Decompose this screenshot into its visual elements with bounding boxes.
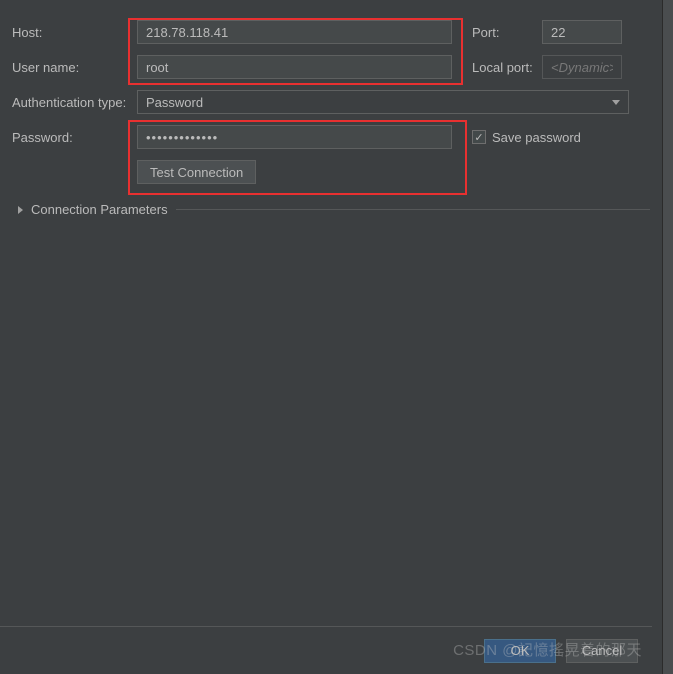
save-password-wrap[interactable]: ✓ Save password: [472, 130, 581, 145]
localport-input: [542, 55, 622, 79]
host-row: Host: Port:: [12, 20, 650, 44]
password-row: Password: ✓ Save password: [12, 125, 650, 149]
username-input[interactable]: [137, 55, 452, 79]
connection-dialog: Host: Port: User name: Local port: Authe…: [0, 0, 663, 674]
authtype-label: Authentication type:: [12, 95, 137, 110]
authtype-select[interactable]: Password: [137, 90, 629, 114]
chevron-right-icon: [18, 206, 23, 214]
port-input[interactable]: [542, 20, 622, 44]
connection-params-label: Connection Parameters: [31, 202, 168, 217]
host-input[interactable]: [137, 20, 452, 44]
cancel-button[interactable]: Cancel: [566, 639, 638, 663]
username-label: User name:: [12, 60, 137, 75]
save-password-label: Save password: [492, 130, 581, 145]
localport-label: Local port:: [472, 60, 542, 75]
port-label: Port:: [472, 25, 542, 40]
username-row: User name: Local port:: [12, 55, 650, 79]
save-password-checkbox[interactable]: ✓: [472, 130, 486, 144]
connection-params-toggle[interactable]: Connection Parameters: [12, 202, 650, 217]
chevron-down-icon: [612, 100, 620, 105]
test-row: Test Connection: [12, 160, 650, 184]
authtype-value: Password: [146, 95, 203, 110]
password-label: Password:: [12, 130, 137, 145]
test-connection-button[interactable]: Test Connection: [137, 160, 256, 184]
right-edge: [663, 0, 673, 674]
authtype-row: Authentication type: Password: [12, 90, 650, 114]
form-content: Host: Port: User name: Local port: Authe…: [0, 0, 662, 217]
ok-button[interactable]: OK: [484, 639, 556, 663]
password-input[interactable]: [137, 125, 452, 149]
dialog-footer: OK Cancel: [0, 626, 652, 674]
separator-line: [176, 209, 650, 210]
host-label: Host:: [12, 25, 137, 40]
